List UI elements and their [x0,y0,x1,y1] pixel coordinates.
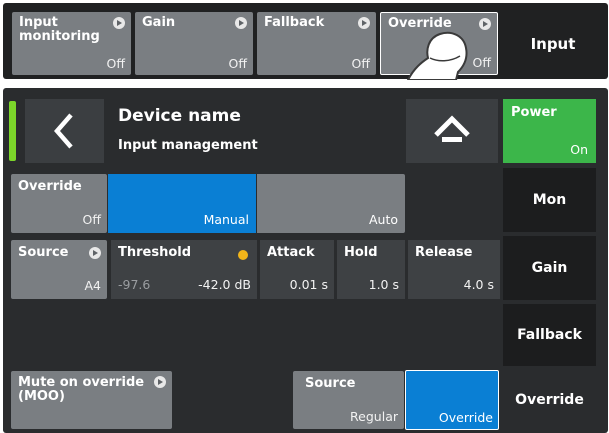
attack-value: 0.01 s [289,277,328,292]
input-monitoring-value: Off [106,56,125,71]
chevron-left-icon [54,113,73,149]
arrow-right-icon [235,17,247,29]
source-label: Source [18,245,69,260]
source-mode-regular-label: Regular [350,409,398,424]
source-mode-regular[interactable]: Source Regular [293,371,404,429]
threshold-label: Threshold [118,245,192,260]
power-label: Power [511,105,557,120]
hold-label: Hold [344,245,378,260]
override-option-manual-label: Manual [203,212,249,227]
fallback-value: Off [351,56,370,71]
arrow-right-icon [113,17,125,29]
sidebar-item-mon[interactable]: Mon [503,168,596,232]
override-toggle-value: Off [82,212,101,227]
power-button[interactable]: Power On [503,99,596,163]
source-value: A4 [84,278,101,293]
threshold-level: -97.6 [118,277,151,292]
home-button[interactable] [406,99,498,163]
sidebar-item-override[interactable]: Override [503,370,596,430]
attack-label: Attack [267,245,315,260]
input-monitoring-label: Input monitoring [19,15,100,44]
sidebar-item-fallback[interactable]: Fallback [503,304,596,366]
mute-on-override-button[interactable]: Mute on override (MOO) [11,371,172,429]
hold-value: 1.0 s [368,277,399,292]
gain-label: Gain [142,15,176,30]
release-value: 4.0 s [463,277,494,292]
override-option-manual[interactable]: Manual [108,174,256,233]
hold-control[interactable]: Hold 1.0 s [337,240,405,299]
release-label: Release [415,245,473,260]
attack-control[interactable]: Attack 0.01 s [260,240,334,299]
fallback-label: Fallback [264,15,325,30]
back-button[interactable] [25,99,104,163]
input-menu-label[interactable]: Input [503,12,603,75]
status-indicator [9,101,16,161]
page-subtitle: Input management [118,138,258,153]
override-option-auto[interactable]: Auto [257,174,405,233]
source-selector[interactable]: Source A4 [11,240,107,299]
threshold-control[interactable]: Threshold -97.6 -42.0 dB [111,240,257,299]
input-monitoring-button[interactable]: Input monitoring Off [12,12,131,75]
override-toggle[interactable]: Override Off [11,174,107,233]
power-value: On [570,142,588,157]
override-option-auto-label: Auto [368,212,398,227]
source-mode-override[interactable]: Override [405,370,499,430]
arrow-right-icon [89,247,101,259]
arrow-right-icon [154,376,166,388]
release-control[interactable]: Release 4.0 s [408,240,500,299]
threshold-indicator-dot [238,250,248,260]
override-toggle-label: Override [18,179,82,194]
threshold-value: -42.0 dB [198,277,251,292]
home-icon [434,115,470,142]
arrow-right-icon [479,18,491,30]
mute-on-override-label: Mute on override (MOO) [18,375,145,404]
source-mode-label: Source [305,376,356,391]
gain-value: Off [228,56,247,71]
source-mode-override-label: Override [438,410,493,425]
gain-button[interactable]: Gain Off [135,12,253,75]
arrow-right-icon [358,17,370,29]
sidebar-item-gain[interactable]: Gain [503,236,596,300]
device-name-title: Device name [118,106,241,126]
fallback-button[interactable]: Fallback Off [257,12,376,75]
hand-pointer-icon [406,31,468,80]
